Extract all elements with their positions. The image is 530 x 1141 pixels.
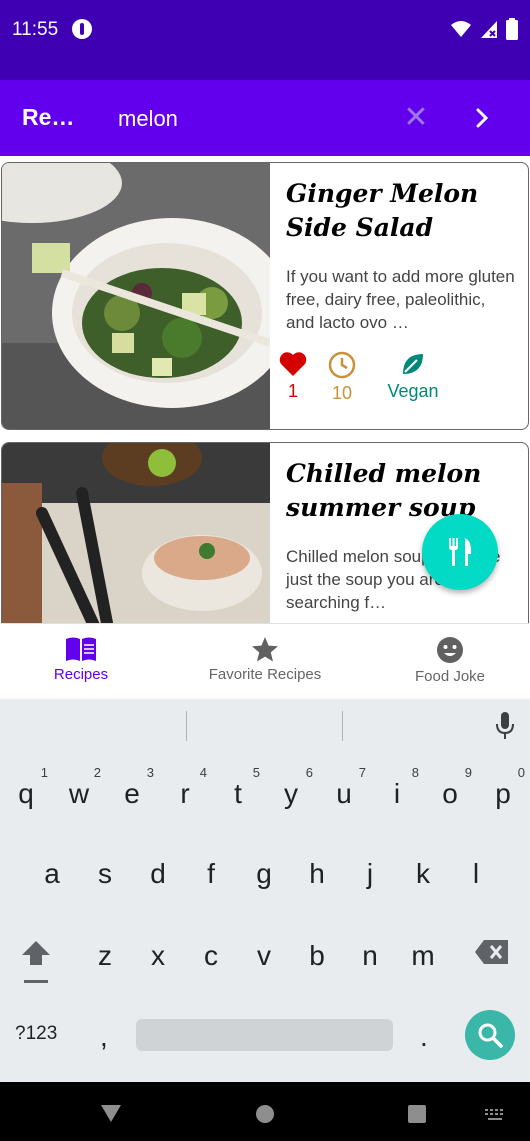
signal-icon — [481, 21, 497, 38]
backspace-key[interactable] — [474, 939, 512, 969]
key-g[interactable]: g — [238, 844, 290, 904]
key-b[interactable]: b — [291, 926, 343, 986]
recipe-title: Chilled melon summer soup — [286, 459, 482, 522]
recipe-image — [2, 163, 270, 429]
symbols-key[interactable]: ?123 — [15, 1023, 57, 1045]
time-stat: 10 — [327, 351, 357, 404]
key-c[interactable]: c — [185, 926, 237, 986]
key-d[interactable]: d — [132, 844, 184, 904]
keyboard-search-key[interactable] — [465, 1010, 515, 1060]
key-s[interactable]: s — [79, 844, 131, 904]
key-k[interactable]: k — [397, 844, 449, 904]
search-input[interactable] — [118, 100, 378, 138]
microphone-icon[interactable] — [495, 711, 515, 741]
restaurant-fab[interactable] — [422, 514, 498, 590]
comma-key[interactable]: , — [100, 1021, 108, 1053]
home-icon[interactable] — [255, 1104, 275, 1124]
app-bar: Re… ✕ — [0, 80, 530, 156]
wifi-icon — [451, 21, 471, 37]
screen: 11:55 Re… ✕ — [0, 0, 530, 1141]
key-x[interactable]: x — [132, 926, 184, 986]
backspace-icon — [475, 940, 508, 964]
recipe-description: If you want to add more gluten free, dai… — [286, 267, 515, 332]
nav-label: Favorite Recipes — [208, 666, 322, 683]
key-i[interactable]: i8 — [371, 764, 423, 824]
chevron-right-icon[interactable] — [464, 100, 500, 136]
shift-key[interactable] — [14, 935, 58, 985]
diet-label: Vegan — [387, 381, 439, 401]
shift-icon — [22, 941, 50, 983]
smile-icon — [437, 637, 463, 663]
recipe-card[interactable]: Ginger Melon Side Salad If you want to a… — [1, 162, 529, 430]
key-p[interactable]: p0 — [477, 764, 529, 824]
key-r[interactable]: r4 — [159, 764, 211, 824]
key-v[interactable]: v — [238, 926, 290, 986]
likes-stat: 1 — [279, 351, 307, 402]
key-a[interactable]: a — [26, 844, 78, 904]
soft-keyboard: q1 w2 e3 r4 t5 y6 u7 i8 o9 p0 a s d f g … — [0, 699, 530, 1082]
key-l[interactable]: l — [450, 844, 502, 904]
system-navigation-bar — [0, 1082, 530, 1141]
keyboard-switch-icon[interactable] — [484, 1108, 506, 1122]
recents-icon[interactable] — [407, 1104, 427, 1124]
key-h[interactable]: h — [291, 844, 343, 904]
key-y[interactable]: y6 — [265, 764, 317, 824]
key-w[interactable]: w2 — [53, 764, 105, 824]
nav-label: Recipes — [53, 666, 109, 683]
status-time: 11:55 — [12, 19, 59, 40]
key-m[interactable]: m — [397, 926, 449, 986]
recipe-image — [2, 443, 270, 623]
nav-favorite-recipes[interactable]: Favorite Recipes — [182, 624, 348, 700]
search-icon — [478, 1023, 503, 1048]
bottom-navigation: Recipes Favorite Recipes Food Joke — [0, 623, 530, 699]
suggestion-divider — [342, 711, 343, 741]
nav-recipes[interactable]: Recipes — [0, 624, 162, 700]
recipe-stats: 1 10 Vegan — [279, 351, 528, 411]
close-icon[interactable]: ✕ — [398, 100, 434, 136]
suggestion-divider — [186, 711, 187, 741]
key-n[interactable]: n — [344, 926, 396, 986]
key-j[interactable]: j — [344, 844, 396, 904]
key-f[interactable]: f — [185, 844, 237, 904]
key-t[interactable]: t5 — [212, 764, 264, 824]
clock-icon — [328, 351, 356, 379]
nav-food-joke[interactable]: Food Joke — [384, 624, 516, 700]
star-icon — [252, 637, 278, 662]
key-q[interactable]: q1 — [0, 764, 52, 824]
vegan-stat: Vegan — [383, 351, 443, 402]
app-title: Re… — [22, 104, 75, 130]
back-icon[interactable] — [100, 1103, 122, 1123]
spacebar[interactable] — [136, 1019, 393, 1051]
heart-icon — [279, 352, 307, 376]
recipe-title: Ginger Melon Side Salad — [286, 179, 479, 242]
key-e[interactable]: e3 — [106, 764, 158, 824]
key-u[interactable]: u7 — [318, 764, 370, 824]
key-z[interactable]: z — [79, 926, 131, 986]
battery-icon — [506, 18, 518, 40]
suggestion-bar — [0, 699, 530, 753]
likes-count: 1 — [287, 381, 298, 401]
status-bar: 11:55 — [0, 0, 530, 80]
status-icons — [450, 18, 518, 40]
time-minutes: 10 — [331, 383, 353, 403]
leaf-icon — [403, 354, 423, 374]
recipe-body: Ginger Melon Side Salad If you want to a… — [286, 177, 516, 334]
notification-icon — [72, 19, 92, 39]
restaurant-icon — [449, 538, 472, 566]
nav-label: Food Joke — [414, 668, 486, 685]
key-o[interactable]: o9 — [424, 764, 476, 824]
period-key[interactable]: . — [420, 1021, 428, 1053]
book-icon — [66, 637, 96, 661]
